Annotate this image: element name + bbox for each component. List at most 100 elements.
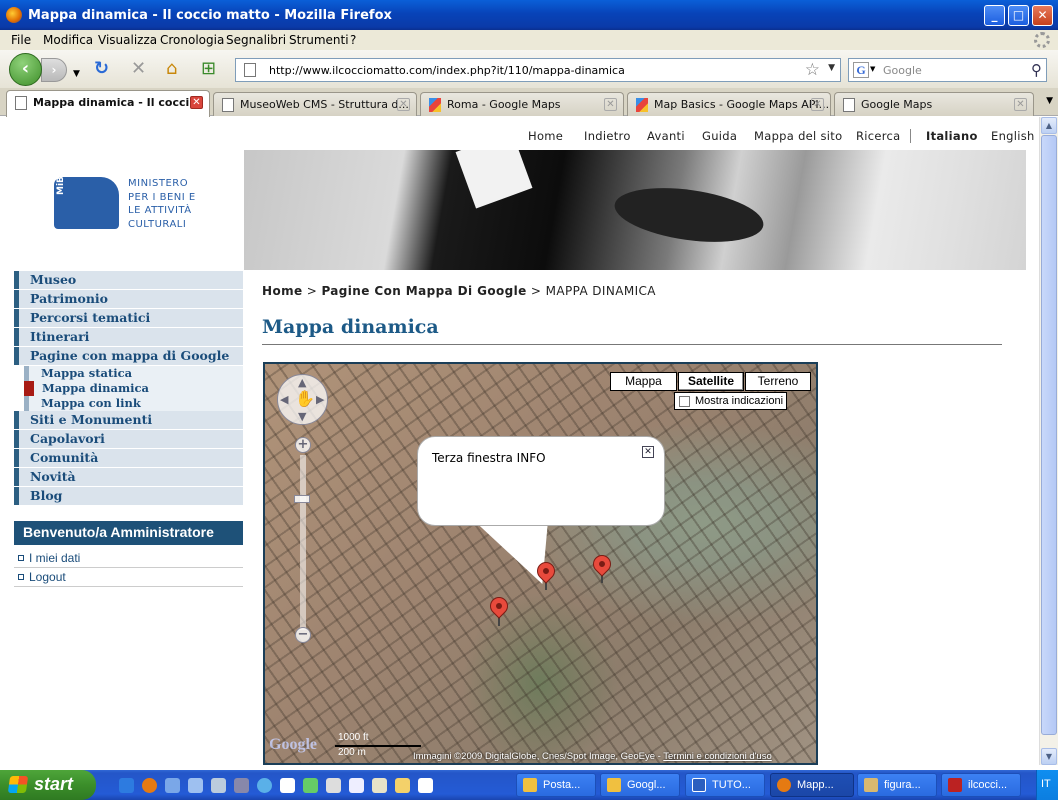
tab-mappa-dinamica[interactable]: Mappa dinamica - Il cocci... ✕: [6, 90, 210, 117]
tab-museoweb[interactable]: MuseoWeb CMS - Struttura d... ✕: [213, 92, 417, 116]
bookmark-star-icon[interactable]: ☆: [805, 60, 820, 80]
start-button[interactable]: start: [0, 770, 96, 800]
google-logo[interactable]: Google: [269, 736, 317, 754]
menu-visualizza[interactable]: Visualizza: [98, 33, 157, 47]
forward-button[interactable]: ›: [41, 58, 67, 82]
admin-link-logout[interactable]: Logout: [14, 568, 243, 587]
subnav-mappa-statica[interactable]: Mappa statica: [24, 366, 243, 381]
topnav-guida[interactable]: Guida: [702, 129, 737, 143]
language-indicator[interactable]: IT: [1036, 770, 1058, 800]
address-bar[interactable]: http://www.ilcocciomatto.com/index.php?i…: [235, 58, 841, 82]
checkbox-icon[interactable]: [679, 396, 690, 407]
task-ilcocci[interactable]: ilcocci...: [941, 773, 1021, 797]
google-map[interactable]: Mappa Satellite Terreno Mostra indicazio…: [263, 362, 818, 765]
history-dropdown-icon[interactable]: ▼: [73, 64, 80, 84]
menu-help[interactable]: ?: [350, 33, 356, 47]
url-dropdown-icon[interactable]: ▼: [828, 63, 835, 73]
sidebar-item-itinerari[interactable]: Itinerari: [14, 328, 243, 346]
close-tab-icon[interactable]: ✕: [604, 98, 617, 111]
app-icon[interactable]: [303, 778, 318, 793]
sidebar-item-siti-monumenti[interactable]: Siti e Monumenti: [14, 411, 243, 429]
zoom-slider-track[interactable]: [300, 455, 306, 630]
topnav-ricerca[interactable]: Ricerca: [856, 129, 901, 143]
task-tuto[interactable]: TUTO...: [685, 773, 765, 797]
scroll-thumb[interactable]: [1041, 135, 1057, 735]
app-icon[interactable]: [349, 778, 364, 793]
pan-up-icon[interactable]: ▲: [298, 376, 306, 389]
scroll-up-icon[interactable]: ▲: [1041, 117, 1057, 134]
tab-map-basics[interactable]: Map Basics - Google Maps API... ✕: [627, 92, 831, 116]
task-google[interactable]: Googl...: [600, 773, 680, 797]
zoom-in-button[interactable]: +: [295, 437, 311, 453]
home-icon[interactable]: ⌂: [166, 59, 177, 79]
close-infowindow-icon[interactable]: ✕: [642, 446, 654, 458]
minimize-button[interactable]: _: [984, 5, 1005, 26]
stop-icon[interactable]: ✕: [131, 59, 146, 79]
close-tab-icon[interactable]: ✕: [190, 96, 203, 109]
sidebar-item-comunita[interactable]: Comunità: [14, 449, 243, 467]
engine-dropdown-icon[interactable]: ▼: [870, 65, 875, 73]
zoom-out-button[interactable]: −: [295, 627, 311, 643]
scroll-down-icon[interactable]: ▼: [1041, 748, 1057, 765]
terms-link[interactable]: Termini e condizioni d'uso: [663, 751, 771, 762]
skype-icon[interactable]: [257, 778, 272, 793]
firefox-quicklaunch-icon[interactable]: [142, 778, 157, 793]
map-type-satellite[interactable]: Satellite: [678, 372, 744, 391]
task-figura[interactable]: figura...: [857, 773, 937, 797]
topnav-italiano[interactable]: Italiano: [926, 129, 978, 143]
app-icon[interactable]: [395, 778, 410, 793]
search-box[interactable]: G ▼ Google ⚲: [848, 58, 1047, 82]
app-icon[interactable]: [372, 778, 387, 793]
add-bookmark-icon[interactable]: ⊞: [201, 59, 216, 79]
menu-modifica[interactable]: Modifica: [43, 33, 93, 47]
vertical-scrollbar[interactable]: ▲ ▼: [1039, 117, 1058, 765]
topnav-indietro[interactable]: Indietro: [584, 129, 631, 143]
app-icon[interactable]: [326, 778, 341, 793]
sidebar-item-patrimonio[interactable]: Patrimonio: [14, 290, 243, 308]
menu-segnalibri[interactable]: Segnalibri: [226, 33, 286, 47]
sidebar-item-novita[interactable]: Novità: [14, 468, 243, 486]
close-window-button[interactable]: ✕: [1032, 5, 1053, 26]
subnav-mappa-dinamica[interactable]: Mappa dinamica: [24, 381, 243, 396]
list-all-tabs-icon[interactable]: ▼: [1046, 96, 1053, 106]
topnav-mappa-del-sito[interactable]: Mappa del sito: [754, 129, 842, 143]
site-identity-icon[interactable]: [244, 63, 256, 77]
topnav-english[interactable]: English: [991, 129, 1035, 143]
sidebar-item-capolavori[interactable]: Capolavori: [14, 430, 243, 448]
breadcrumb-home[interactable]: Home: [262, 284, 303, 298]
search-icon[interactable]: ⚲: [1031, 61, 1042, 79]
sidebar-item-blog[interactable]: Blog: [14, 487, 243, 505]
close-tab-icon[interactable]: ✕: [811, 98, 824, 111]
breadcrumb-parent[interactable]: Pagine Con Mappa Di Google: [321, 284, 526, 298]
menu-strumenti[interactable]: Strumenti: [289, 33, 349, 47]
map-type-mappa[interactable]: Mappa: [610, 372, 677, 391]
hand-icon[interactable]: ✋: [295, 389, 315, 408]
google-engine-icon[interactable]: G: [853, 62, 869, 78]
pan-down-icon[interactable]: ▼: [298, 410, 306, 423]
app-icon[interactable]: [418, 778, 433, 793]
sidebar-item-percorsi-tematici[interactable]: Percorsi tematici: [14, 309, 243, 327]
pan-right-icon[interactable]: ▶: [316, 393, 324, 406]
zoom-slider-handle[interactable]: [294, 495, 310, 503]
reload-icon[interactable]: ↻: [94, 59, 109, 79]
admin-link-i-miei-dati[interactable]: I miei dati: [14, 549, 243, 568]
tab-google-maps[interactable]: Google Maps ✕: [834, 92, 1034, 116]
menu-cronologia[interactable]: Cronologia: [160, 33, 224, 47]
sidebar-item-pagine-mappa[interactable]: Pagine con mappa di Google: [14, 347, 243, 365]
map-marker-1[interactable]: [486, 593, 512, 619]
tab-roma-google-maps[interactable]: Roma - Google Maps ✕: [420, 92, 624, 116]
ie-icon[interactable]: [119, 778, 134, 793]
app-icon[interactable]: [211, 778, 226, 793]
map-type-terreno[interactable]: Terreno: [745, 372, 811, 391]
show-labels-checkbox[interactable]: Mostra indicazioni: [674, 392, 787, 410]
mibac-logo[interactable]: MiBAC MINISTERO PER I BENI E LE ATTIVITÀ…: [54, 163, 204, 233]
close-tab-icon[interactable]: ✕: [397, 98, 410, 111]
maximize-button[interactable]: □: [1008, 5, 1029, 26]
task-mappa[interactable]: Mapp...: [770, 773, 854, 797]
app-icon[interactable]: [188, 778, 203, 793]
app-icon[interactable]: [280, 778, 295, 793]
close-tab-icon[interactable]: ✕: [1014, 98, 1027, 111]
pan-control[interactable]: ▲ ◀ ▶ ▼ ✋: [277, 374, 328, 425]
back-button[interactable]: ‹: [9, 53, 42, 86]
sidebar-item-museo[interactable]: Museo: [14, 271, 243, 289]
